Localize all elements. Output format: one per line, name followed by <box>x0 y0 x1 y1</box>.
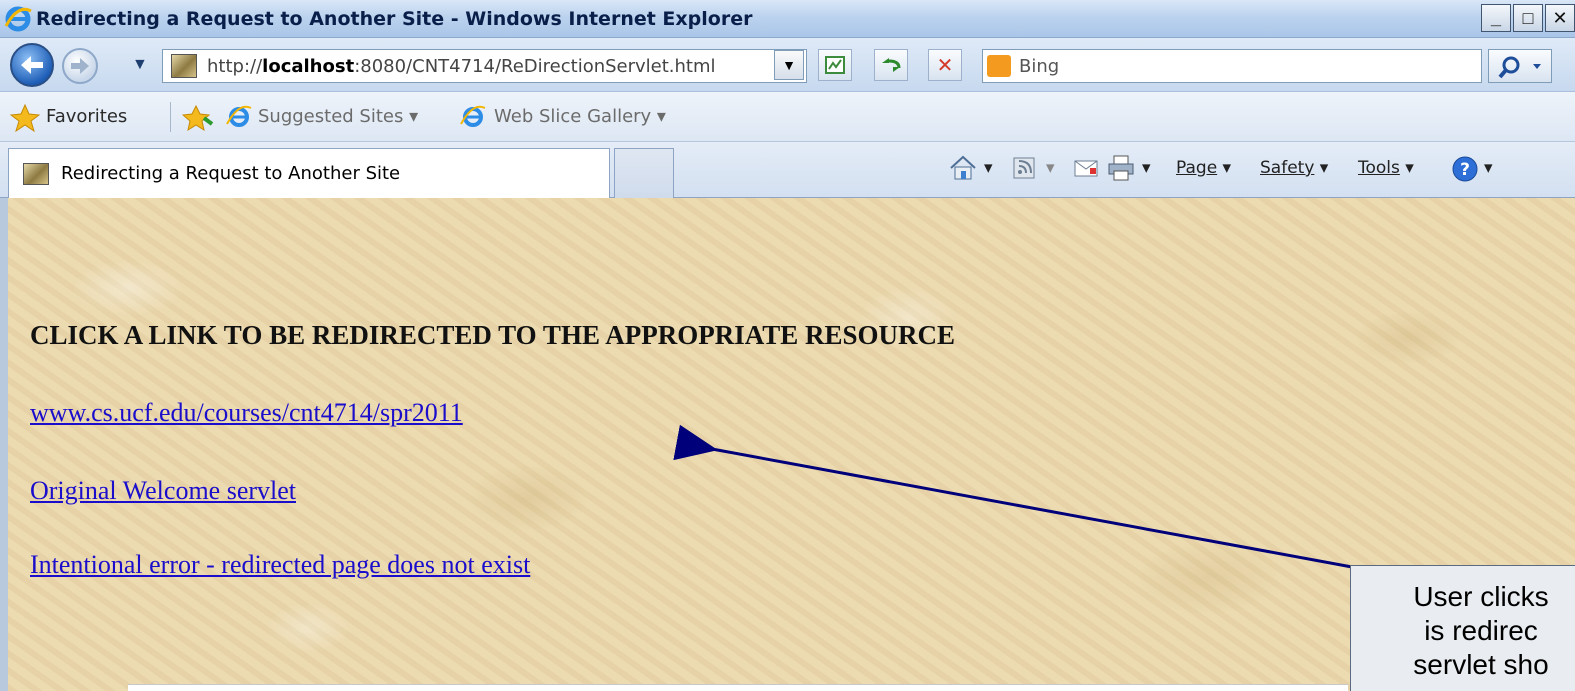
minimize-button[interactable]: _ <box>1481 4 1511 32</box>
suggested-sites-link[interactable]: Suggested Sites ▾ <box>258 106 418 127</box>
forward-arrow-icon <box>71 58 89 74</box>
callout-line: User clicks <box>1413 581 1549 612</box>
refresh-icon[interactable] <box>874 49 908 81</box>
stop-icon[interactable]: ✕ <box>928 49 962 81</box>
web-slice-gallery-link[interactable]: Web Slice Gallery ▾ <box>494 106 666 127</box>
maximize-button[interactable]: □ <box>1513 4 1543 32</box>
ie-suggested-icon <box>226 105 252 127</box>
page-heading: CLICK A LINK TO BE REDIRECTED TO THE APP… <box>30 320 955 350</box>
address-url[interactable]: http://localhost:8080/CNT4714/ReDirectio… <box>207 56 716 77</box>
feeds-icon[interactable] <box>1012 156 1038 180</box>
address-dropdown-button[interactable]: ▼ <box>774 50 804 80</box>
svg-text:?: ? <box>1460 160 1470 180</box>
internet-explorer-icon <box>4 6 32 32</box>
search-icon <box>1498 56 1541 79</box>
history-dropdown-icon[interactable]: ▼ <box>132 56 148 74</box>
feeds-dropdown-icon[interactable]: ▾ <box>1046 158 1055 178</box>
tab-label: Redirecting a Request to Another Site <box>61 163 401 184</box>
status-bar <box>128 684 1348 691</box>
link-intentional-error[interactable]: Intentional error - redirected page does… <box>30 550 530 580</box>
link-cs-ucf-courses[interactable]: www.cs.ucf.edu/courses/cnt4714/spr2011 <box>30 398 463 428</box>
help-dropdown-icon[interactable]: ▾ <box>1484 158 1493 178</box>
callout-line: servlet sho <box>1413 649 1549 680</box>
address-bar[interactable]: http://localhost:8080/CNT4714/ReDirectio… <box>162 49 807 83</box>
navigation-bar: ▼ http://localhost:8080/CNT4714/ReDirect… <box>0 38 1575 92</box>
print-dropdown-icon[interactable]: ▾ <box>1142 158 1151 178</box>
print-icon[interactable] <box>1106 154 1136 182</box>
mail-icon[interactable] <box>1072 156 1100 180</box>
callout-line: is redirec <box>1424 615 1538 646</box>
title-bar: Redirecting a Request to Another Site - … <box>0 0 1575 38</box>
page-content: CLICK A LINK TO BE REDIRECTED TO THE APP… <box>0 198 1575 691</box>
forward-button[interactable] <box>62 48 98 84</box>
safety-menu[interactable]: Safety ▾ <box>1260 158 1328 178</box>
home-dropdown-icon[interactable]: ▾ <box>984 158 993 178</box>
page-menu[interactable]: Page ▾ <box>1176 158 1231 178</box>
favorites-button[interactable]: Favorites <box>46 106 127 127</box>
home-icon[interactable] <box>948 154 978 182</box>
favorites-bar: Favorites Suggested Sites ▾ Web Slice Ga… <box>0 92 1575 142</box>
back-button[interactable] <box>10 43 54 87</box>
page-favicon-icon <box>23 163 49 185</box>
tools-menu[interactable]: Tools ▾ <box>1358 158 1414 178</box>
back-arrow-icon <box>21 56 43 74</box>
separator <box>170 102 171 132</box>
annotation-callout: User clicks is redirec servlet sho <box>1350 565 1575 691</box>
add-to-favorites-icon[interactable] <box>182 104 214 132</box>
tab-current[interactable]: Redirecting a Request to Another Site <box>8 148 610 198</box>
search-button[interactable] <box>1488 49 1552 83</box>
command-bar: Redirecting a Request to Another Site ▾ … <box>0 142 1575 198</box>
favorites-star-icon <box>10 104 40 132</box>
help-icon[interactable]: ? <box>1450 154 1480 184</box>
close-button[interactable]: ✕ <box>1545 4 1575 32</box>
bing-icon <box>987 55 1011 77</box>
search-box[interactable]: Bing <box>982 49 1482 83</box>
new-tab-button[interactable] <box>614 148 674 198</box>
search-input[interactable]: Bing <box>1019 56 1059 77</box>
page-favicon-icon <box>171 54 197 78</box>
compatibility-view-icon[interactable] <box>818 49 852 81</box>
ie-web-slice-icon <box>460 105 486 127</box>
window-title: Redirecting a Request to Another Site - … <box>36 8 753 30</box>
link-original-welcome-servlet[interactable]: Original Welcome servlet <box>30 476 296 506</box>
